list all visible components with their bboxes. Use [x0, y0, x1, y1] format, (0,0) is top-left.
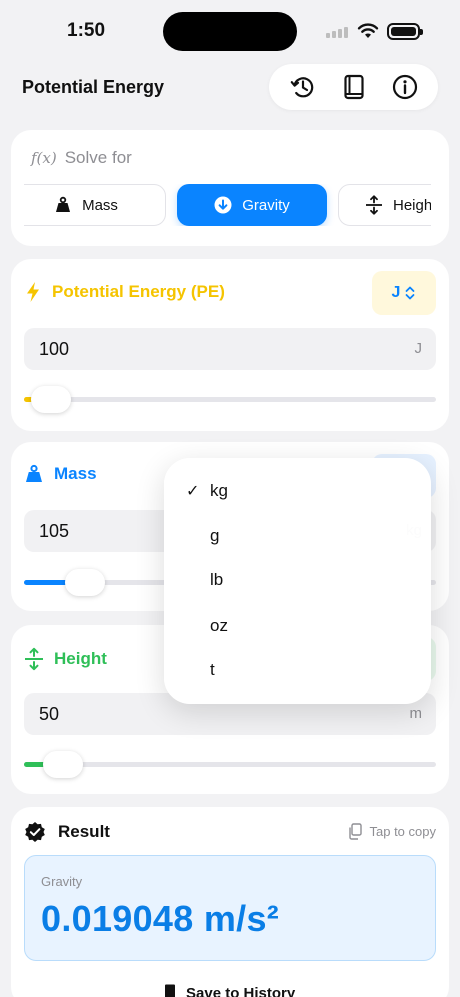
unit-option-lb[interactable]: lb — [164, 558, 431, 602]
copy-label: Tap to copy — [369, 824, 437, 839]
checkmark-seal-icon — [25, 822, 45, 842]
result-title: Result — [58, 822, 110, 841]
bookmark-icon — [165, 984, 175, 997]
book-icon — [343, 74, 364, 100]
result-header: Result — [24, 821, 110, 843]
slider-track — [24, 762, 436, 767]
unit-option-label: t — [210, 660, 215, 679]
height-label: Height — [54, 649, 107, 668]
mass-header: Mass — [24, 464, 97, 484]
dynamic-island — [163, 12, 297, 51]
unit-option-oz[interactable]: oz — [164, 604, 431, 648]
slider-thumb[interactable] — [31, 386, 72, 413]
potential-energy-label: Potential Energy (PE) — [52, 282, 225, 301]
height-value: 50 — [39, 704, 60, 724]
result-variable: Gravity — [41, 874, 83, 889]
solve-option-label: Mass — [82, 196, 118, 214]
lightning-bolt-icon — [27, 282, 39, 302]
pe-unit-picker[interactable]: J — [372, 271, 436, 315]
solve-option-label: Heigh — [393, 196, 431, 214]
result-card: Result Tap to copy Gravity 0.019048 m/s²… — [11, 807, 449, 997]
history-button[interactable] — [285, 69, 321, 105]
unit-option-label: lb — [210, 570, 224, 589]
pe-unit-chip-label: J — [391, 284, 401, 301]
potential-energy-card: Potential Energy (PE) J 100 J — [11, 259, 449, 431]
unit-dropdown-menu: ✓ kg g lb oz t — [164, 458, 431, 704]
height-header: Height — [24, 647, 107, 671]
solve-for-label: Solve for — [64, 148, 132, 167]
result-value: 0.019048 m/s² — [41, 898, 280, 939]
chevron-up-down-icon — [406, 286, 415, 300]
unit-option-g[interactable]: g — [164, 514, 431, 558]
slider-track — [24, 397, 436, 402]
status-time: 1:50 — [67, 20, 106, 41]
status-bar: 1:50 — [0, 0, 460, 62]
pe-value-field[interactable]: 100 J — [24, 328, 436, 370]
wifi-icon — [357, 23, 379, 38]
mass-label: Mass — [54, 464, 97, 483]
unit-option-label: oz — [210, 616, 228, 635]
solve-option-label: Gravity — [242, 196, 290, 214]
unit-option-t[interactable]: t — [164, 648, 431, 692]
potential-energy-header: Potential Energy (PE) — [24, 281, 225, 303]
reference-button[interactable] — [336, 69, 372, 105]
mass-value: 105 — [39, 521, 70, 541]
result-box[interactable]: Gravity 0.019048 m/s² — [24, 855, 436, 961]
solve-for-selector: Mass Gravity Heigh — [24, 184, 431, 226]
info-button[interactable] — [387, 69, 423, 105]
height-slider[interactable] — [24, 751, 436, 778]
slider-thumb[interactable] — [42, 751, 83, 778]
unit-option-label: kg — [210, 481, 228, 500]
weight-icon — [56, 196, 71, 212]
copy-button[interactable]: Tap to copy — [348, 823, 437, 840]
info-icon — [392, 74, 417, 100]
height-unit-suffix: m — [409, 705, 423, 722]
weight-icon — [26, 464, 42, 482]
save-to-history-button[interactable]: Save to History — [164, 984, 295, 997]
history-icon — [290, 77, 313, 98]
pe-unit-suffix: J — [414, 340, 423, 357]
copy-icon — [348, 823, 362, 840]
pe-value: 100 — [39, 339, 70, 359]
unit-option-label: g — [210, 526, 220, 545]
toolbar — [269, 64, 438, 110]
battery-icon — [387, 23, 423, 40]
solve-option-gravity[interactable]: Gravity — [177, 184, 327, 226]
unit-option-kg[interactable]: ✓ kg — [164, 469, 431, 513]
slider-thumb[interactable] — [64, 569, 105, 596]
solve-for-header: f(x) Solve for — [31, 148, 132, 168]
page-title: Potential Energy — [22, 77, 165, 97]
arrow-up-down-icon — [366, 195, 382, 215]
pe-slider[interactable] — [24, 386, 436, 413]
function-icon: f(x) — [31, 149, 57, 167]
save-to-history-label: Save to History — [186, 984, 296, 997]
cellular-signal-icon — [326, 27, 348, 38]
checkmark-icon: ✓ — [186, 483, 200, 500]
arrow-down-circle-icon — [214, 196, 232, 214]
solve-for-card: f(x) Solve for Mass Gravity Heigh — [11, 130, 449, 246]
solve-option-mass[interactable]: Mass — [24, 184, 166, 226]
solve-option-height[interactable]: Heigh — [338, 184, 431, 226]
arrow-up-down-icon — [25, 647, 43, 671]
